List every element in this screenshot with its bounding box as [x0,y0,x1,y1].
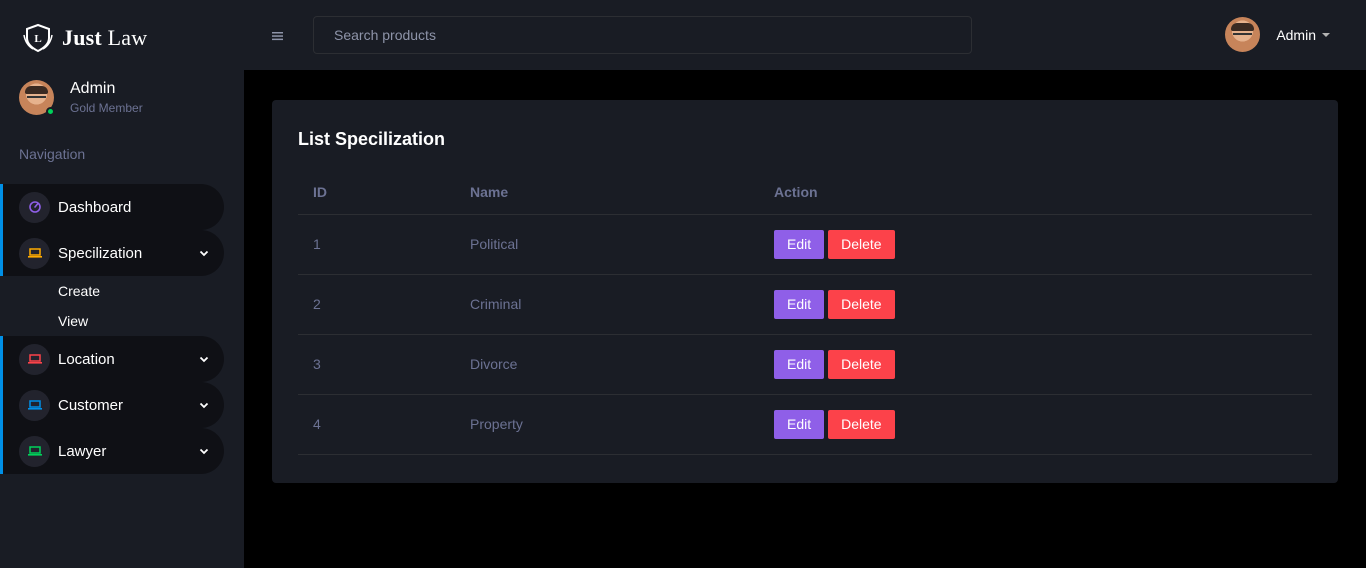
online-status-dot [46,107,55,116]
cell-id: 3 [298,334,455,395]
submenu-item-view[interactable]: View [58,306,244,336]
sidebar-nav: Dashboard Specilization Create View Loca… [0,184,244,474]
caret-down-icon [1322,32,1330,37]
delete-button[interactable]: Delete [828,229,895,259]
speedometer-icon [19,191,50,223]
delete-button[interactable]: Delete [828,289,895,319]
sidebar-item-label: Specilization [58,244,143,262]
chevron-down-icon [196,397,212,413]
sidebar-item-label: Customer [58,396,124,414]
profile-role: Gold Member [70,101,143,115]
topbar: Admin [244,0,1366,70]
shield-logo-icon: L [20,22,56,54]
user-name: Admin [1276,26,1316,43]
cell-actions: Edit Delete [759,394,1312,455]
avatar [1225,17,1261,52]
laptop-icon [19,435,50,467]
sidebar-item-label: Location [58,350,115,368]
laptop-icon [19,237,50,269]
cell-id: 2 [298,274,455,335]
svg-text:L: L [34,33,41,45]
laptop-icon [19,343,50,375]
avatar [19,80,55,116]
cell-name: Criminal [455,274,759,335]
table-row: 4 Property Edit Delete [298,394,1312,455]
table-row: 2 Criminal Edit Delete [298,274,1312,335]
sidebar: L Just Law Admin Gold Member Navigation … [0,0,244,568]
cell-actions: Edit Delete [759,214,1312,275]
specialization-list-card: List Specilization ID Name Action 1 Poli… [272,100,1338,483]
chevron-down-icon [196,443,212,459]
table-row: 3 Divorce Edit Delete [298,334,1312,395]
cell-id: 1 [298,214,455,275]
column-header-id: ID [298,170,455,215]
edit-button[interactable]: Edit [774,349,825,379]
cell-name: Property [455,394,759,455]
delete-button[interactable]: Delete [828,409,895,439]
profile-name: Admin [70,80,116,97]
sidebar-item-customer[interactable]: Customer [0,382,224,428]
brand-name: Just Law [62,25,148,50]
user-dropdown[interactable]: Admin [1225,17,1330,52]
sidebar-item-location[interactable]: Location [0,336,224,382]
sidebar-item-dashboard[interactable]: Dashboard [0,184,224,230]
cell-name: Political [455,214,759,275]
laptop-icon [19,389,50,421]
column-header-name: Name [455,170,759,215]
edit-button[interactable]: Edit [774,229,825,259]
sidebar-item-specilization[interactable]: Specilization [0,230,224,276]
search-input[interactable] [313,16,972,54]
brand-logo-link[interactable]: L Just Law [20,22,147,54]
table-row: 1 Political Edit Delete [298,214,1312,275]
sidebar-item-label: Dashboard [58,198,132,216]
chevron-down-icon [196,351,212,367]
specialization-table: ID Name Action 1 Political Edit Delete 2 … [298,170,1312,455]
cell-actions: Edit Delete [759,274,1312,335]
sidebar-profile[interactable]: Admin Gold Member [19,80,143,116]
page-title: List Specilization [298,129,446,149]
edit-button[interactable]: Edit [774,409,825,439]
chevron-down-icon [196,245,212,261]
cell-actions: Edit Delete [759,334,1312,395]
specilization-submenu: Create View [0,276,244,336]
sidebar-item-lawyer[interactable]: Lawyer [0,428,224,474]
table-header-row: ID Name Action [298,170,1312,215]
cell-name: Divorce [455,334,759,395]
cell-id: 4 [298,394,455,455]
nav-heading: Navigation [19,146,86,162]
edit-button[interactable]: Edit [774,289,825,319]
submenu-item-create[interactable]: Create [58,276,244,306]
column-header-action: Action [759,170,1312,215]
sidebar-item-label: Lawyer [58,442,107,460]
menu-toggle-icon[interactable] [272,28,284,41]
delete-button[interactable]: Delete [828,349,895,379]
